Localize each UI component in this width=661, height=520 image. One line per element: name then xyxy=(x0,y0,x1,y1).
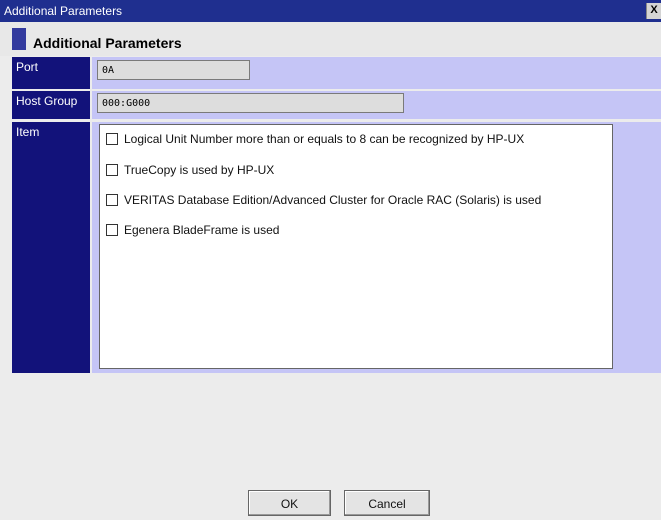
window-title: Additional Parameters xyxy=(4,4,123,18)
port-field: 0A xyxy=(97,60,250,80)
host-group-label: Host Group xyxy=(12,91,90,119)
ok-button[interactable]: OK xyxy=(248,490,331,516)
option-label: Logical Unit Number more than or equals … xyxy=(124,132,525,146)
option-label: TrueCopy is used by HP-UX xyxy=(124,163,275,177)
item-label: Item xyxy=(12,122,90,373)
header-accent-bar xyxy=(12,28,26,50)
item-listbox: Logical Unit Number more than or equals … xyxy=(99,124,613,369)
checkbox[interactable] xyxy=(106,164,118,176)
host-group-field: 000:G000 xyxy=(97,93,404,113)
option-label: Egenera BladeFrame is used xyxy=(124,223,280,237)
checkbox[interactable] xyxy=(106,194,118,206)
option-truecopy-hpux[interactable]: TrueCopy is used by HP-UX xyxy=(106,163,274,177)
option-label: VERITAS Database Edition/Advanced Cluste… xyxy=(124,193,542,207)
option-egenera-bladeframe[interactable]: Egenera BladeFrame is used xyxy=(106,223,279,237)
dialog-heading: Additional Parameters xyxy=(33,35,182,51)
option-veritas-rac[interactable]: VERITAS Database Edition/Advanced Cluste… xyxy=(106,193,541,207)
dialog-header: Additional Parameters xyxy=(0,22,661,56)
cancel-button[interactable]: Cancel xyxy=(344,490,430,516)
checkbox[interactable] xyxy=(106,224,118,236)
port-label: Port xyxy=(12,57,90,89)
window-titlebar: Additional Parameters X xyxy=(0,0,661,22)
close-icon[interactable]: X xyxy=(646,3,661,19)
checkbox[interactable] xyxy=(106,133,118,145)
option-lun-over-8[interactable]: Logical Unit Number more than or equals … xyxy=(106,132,524,146)
